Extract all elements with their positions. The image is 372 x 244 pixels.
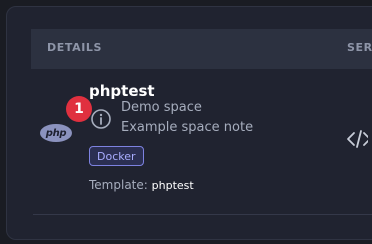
php-logo-icon: php bbox=[40, 124, 72, 142]
row-divider bbox=[33, 214, 372, 215]
template-info: Template: phptest bbox=[89, 178, 194, 192]
code-icon[interactable] bbox=[346, 128, 368, 150]
template-label: Template: bbox=[89, 178, 148, 192]
tag-badge-docker: Docker bbox=[89, 146, 144, 166]
table-header: DETAILS SERV bbox=[31, 29, 372, 69]
step-badge: 1 bbox=[66, 96, 92, 122]
column-header-details: DETAILS bbox=[47, 41, 103, 54]
column-header-services: SERV bbox=[347, 41, 372, 54]
description-line: Demo space bbox=[121, 100, 202, 115]
template-value: phptest bbox=[151, 179, 194, 192]
info-icon bbox=[91, 109, 111, 129]
tag-label: Docker bbox=[97, 149, 136, 163]
logo-text: php bbox=[45, 127, 67, 139]
space-name[interactable]: phptest bbox=[89, 82, 155, 100]
description-line: Example space note bbox=[121, 120, 254, 135]
